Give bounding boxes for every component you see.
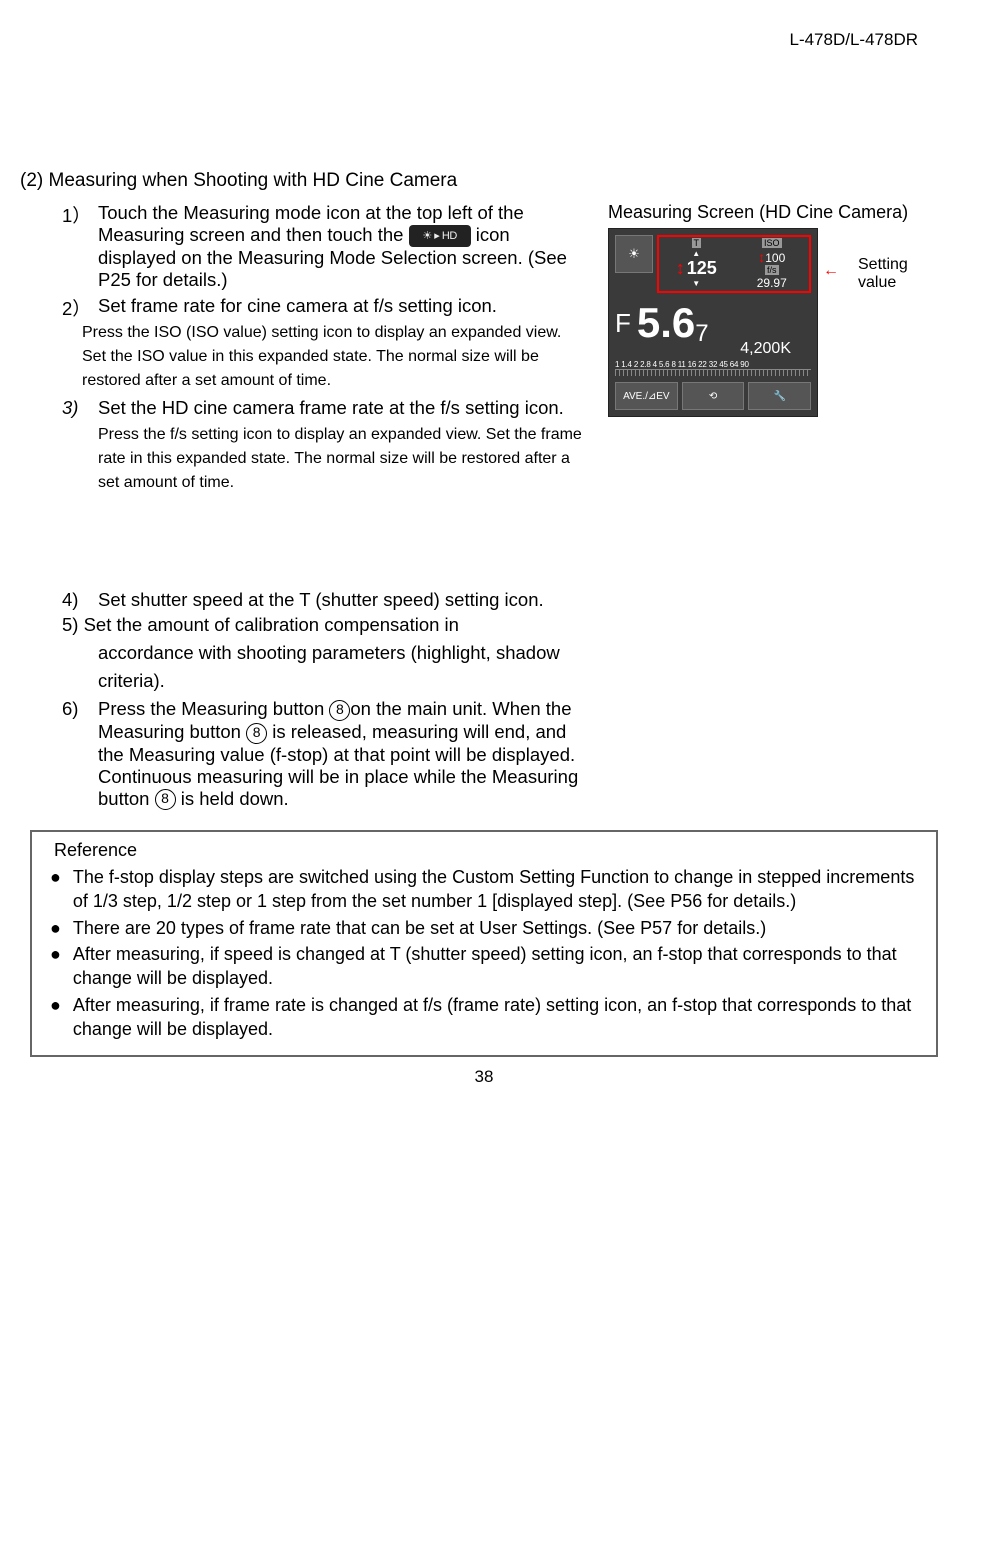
step-3-text: Set the HD cine camera frame rate at the… xyxy=(98,397,588,419)
red-arrow-pointer-icon: ← xyxy=(823,262,839,280)
ave-ev-button[interactable]: AVE./⊿EV xyxy=(615,382,678,410)
setting-value-callout: Setting value xyxy=(858,256,948,292)
arrow-up-icon[interactable]: ▲ xyxy=(660,249,733,258)
reference-item: ● The f-stop display steps are switched … xyxy=(50,865,918,914)
circled-8-icon: 8 xyxy=(329,700,350,721)
step-5: 5) Set the amount of calibration compens… xyxy=(20,611,588,694)
step-1-number: 1） xyxy=(62,202,98,291)
bullet-icon: ● xyxy=(50,916,61,940)
step-1-text: Touch the Measuring mode icon at the top… xyxy=(98,202,588,291)
step-3-subtext: Press the f/s setting icon to display an… xyxy=(98,423,588,495)
mode-hd-cine-inline-icon xyxy=(409,225,471,247)
circled-8-icon: 8 xyxy=(246,723,267,744)
step-6-number: 6) xyxy=(62,698,98,810)
reference-text: After measuring, if frame rate is change… xyxy=(73,993,918,1042)
fs-value[interactable]: 29.97 xyxy=(736,276,809,290)
measuring-screen-figure: ☀ T ▲ ↕ 125 ▼ xyxy=(608,228,818,417)
reference-item: ● After measuring, if speed is changed a… xyxy=(50,942,918,991)
t-label: T xyxy=(692,238,702,248)
f-sub-value: 7 xyxy=(695,320,708,347)
section-title: (2) Measuring when Shooting with HD Cine… xyxy=(20,170,948,192)
step-5-number: 5) xyxy=(62,614,78,635)
t-value[interactable]: 125 xyxy=(687,258,717,279)
arrow-down-icon[interactable]: ▼ xyxy=(660,279,733,288)
step-6-text-d: is held down. xyxy=(176,788,289,809)
fs-label: f/s xyxy=(765,265,779,275)
step-4-text: Set shutter speed at the T (shutter spee… xyxy=(98,589,544,611)
reference-item: ● There are 20 types of frame rate that … xyxy=(50,916,918,940)
aperture-scale: 1 1.4 2 2.8 4 5.6 8 11 16 22 32 45 64 90 xyxy=(615,360,811,369)
step-5-text-prefix: Set the amount of calibration compensati… xyxy=(84,614,459,635)
screen-figure-title: Measuring Screen (HD Cine Camera) xyxy=(608,202,948,223)
f-label: F xyxy=(615,308,631,339)
reference-text: After measuring, if speed is changed at … xyxy=(73,942,918,991)
step-2-subtext: Press the ISO (ISO value) setting icon t… xyxy=(82,321,588,393)
circled-8-icon: 8 xyxy=(155,789,176,810)
reference-item: ● After measuring, if frame rate is chan… xyxy=(50,993,918,1042)
iso-label: ISO xyxy=(762,238,782,248)
reference-box: Reference ● The f-stop display steps are… xyxy=(30,830,938,1057)
mode-icon[interactable]: ☀ xyxy=(615,235,653,273)
refresh-button[interactable]: ⟲ xyxy=(682,382,745,410)
red-arrow-icon: ↕ xyxy=(676,258,685,279)
f-value: 5.6 xyxy=(637,299,695,346)
step-4-number: 4) xyxy=(62,589,98,611)
step-6-text-a: Press the Measuring button xyxy=(98,698,329,719)
step-5-body: accordance with shooting parameters (hig… xyxy=(62,639,588,695)
settings-button[interactable]: 🔧 xyxy=(748,382,811,410)
reference-title: Reference xyxy=(54,840,918,861)
reference-text: The f-stop display steps are switched us… xyxy=(73,865,918,914)
bullet-icon: ● xyxy=(50,942,61,991)
bullet-icon: ● xyxy=(50,993,61,1042)
reference-text: There are 20 types of frame rate that ca… xyxy=(73,916,766,940)
step-2-text: Set frame rate for cine camera at f/s se… xyxy=(98,295,588,317)
setting-value-highlight: T ▲ ↕ 125 ▼ ISO ↕100 xyxy=(657,235,811,293)
step-3-number: 3) xyxy=(62,397,98,495)
page-number: 38 xyxy=(20,1067,948,1087)
step-6-text: Press the Measuring button 8on the main … xyxy=(98,698,588,810)
document-model-header: L-478D/L-478DR xyxy=(20,30,948,50)
scale-ticks xyxy=(615,369,811,376)
bullet-icon: ● xyxy=(50,865,61,914)
iso-value[interactable]: 100 xyxy=(765,251,785,265)
